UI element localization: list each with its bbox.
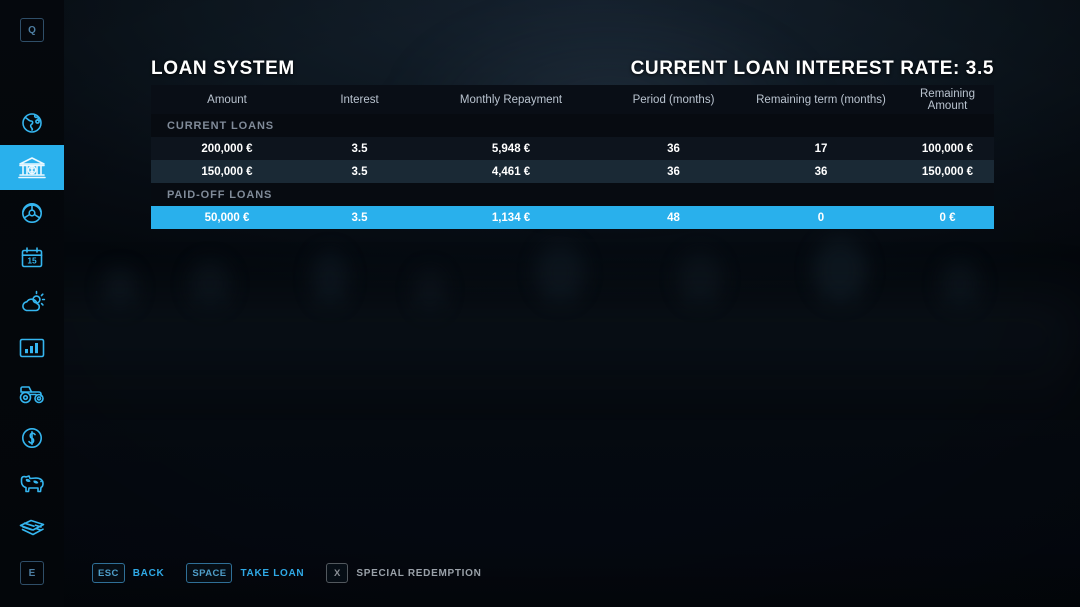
section-header-row: CURRENT LOANS (151, 114, 994, 137)
calendar-icon: 15 (19, 245, 45, 271)
loan-table: Amount Interest Monthly Repayment Period (m… (151, 85, 994, 229)
interest-rate-label: CURRENT LOAN INTEREST RATE: 3.5 (630, 58, 994, 79)
section-label: CURRENT LOANS (167, 119, 275, 132)
bank-icon (17, 155, 47, 181)
sidebar-prev-key[interactable]: Q (20, 18, 44, 42)
table-cell: 3.5 (351, 165, 368, 178)
help-label: SPECIAL REDEMPTION (356, 567, 482, 579)
table-cell: 4,461 € (491, 165, 531, 178)
table-cell: 3.5 (351, 142, 368, 155)
table-cell: 48 (667, 211, 680, 224)
table-cell: 17 (814, 142, 828, 155)
sidebar-item-contracts[interactable] (0, 505, 64, 550)
sidebar-prev-key-label: Q (28, 24, 36, 36)
table-cell: 3.5 (351, 211, 368, 224)
sidebar-item-map[interactable] (0, 100, 64, 145)
column-header: Period (months) (632, 93, 715, 106)
help-bar: ESC BACK SPACE TAKE LOAN X SPECIAL REDEMPTION (92, 561, 504, 585)
animal-icon (17, 471, 47, 495)
table-cell: 50,000 € (204, 211, 250, 224)
table-header-row: Amount Interest Monthly Repayment Period (m… (151, 85, 994, 114)
column-header: Remaining term (months) (756, 93, 886, 106)
section-header-row: PAID-OFF LOANS (151, 183, 994, 206)
dollar-icon (19, 425, 45, 451)
contracts-icon (17, 516, 47, 540)
table-cell: 200,000 € (201, 142, 253, 155)
key-cap: X (326, 563, 349, 583)
main-panel: LOAN SYSTEM CURRENT LOAN INTEREST RATE: … (0, 0, 1080, 607)
sidebar-item-finances[interactable] (0, 145, 64, 190)
globe-icon (19, 110, 45, 136)
table-cell: 1,134 € (491, 211, 531, 224)
column-header: Interest (340, 93, 379, 106)
table-row[interactable]: 150,000 € 3.5 4,461 € 36 36 150,000 € (151, 160, 994, 183)
key-cap: ESC (92, 563, 125, 583)
table-cell: 100,000 € (921, 142, 974, 155)
sidebar-item-animals[interactable] (0, 460, 64, 505)
sidebar-next-key-label: E (28, 567, 36, 579)
sidebar-item-calendar[interactable]: 15 (0, 235, 64, 280)
weather-icon (18, 290, 46, 316)
sidebar-item-list: 15 (0, 100, 64, 550)
page-title: LOAN SYSTEM (151, 58, 295, 79)
table-row[interactable]: 200,000 € 3.5 5,948 € 36 17 100,000 € (151, 137, 994, 160)
help-item-back[interactable]: ESC BACK (92, 563, 164, 583)
section-label: PAID-OFF LOANS (167, 188, 273, 201)
statistics-icon (18, 336, 46, 360)
sidebar-item-statistics[interactable] (0, 325, 64, 370)
column-header: Monthly Repayment (459, 93, 563, 106)
table-cell: 36 (667, 142, 680, 155)
sidebar-item-prices[interactable] (0, 415, 64, 460)
key-cap: SPACE (186, 563, 233, 583)
table-cell: 5,948 € (491, 142, 531, 155)
panel-header: LOAN SYSTEM CURRENT LOAN INTEREST RATE: … (151, 55, 994, 83)
table-cell: 150,000 € (201, 165, 253, 178)
table-row[interactable]: 50,000 € 3.5 1,134 € 48 0 0 € (151, 206, 994, 229)
table-cell: 36 (667, 165, 680, 178)
sidebar: Q 15 E (0, 0, 64, 607)
sidebar-item-vehicles[interactable] (0, 190, 64, 235)
sidebar-next-key[interactable]: E (20, 561, 44, 585)
help-item-special-redemption[interactable]: X SPECIAL REDEMPTION (326, 563, 481, 583)
column-header: Amount (207, 93, 247, 106)
help-item-take-loan[interactable]: SPACE TAKE LOAN (186, 563, 304, 583)
tractor-icon (17, 381, 47, 405)
sidebar-item-weather[interactable] (0, 280, 64, 325)
game-screen: Q 15 E LOAN SYSTEM CURRENT LOAN INTEREST… (0, 0, 1080, 607)
table-cell: 36 (814, 165, 828, 178)
svg-text:15: 15 (27, 255, 37, 265)
steering-wheel-icon (19, 200, 45, 226)
table-cell: 150,000 € (921, 165, 974, 178)
sidebar-item-machines[interactable] (0, 370, 64, 415)
table-cell: 0 (817, 211, 825, 224)
help-label: TAKE LOAN (240, 567, 305, 579)
column-header: Remaining Amount (920, 87, 975, 112)
table-cell: 0 € (939, 211, 956, 224)
help-label: BACK (132, 567, 165, 579)
